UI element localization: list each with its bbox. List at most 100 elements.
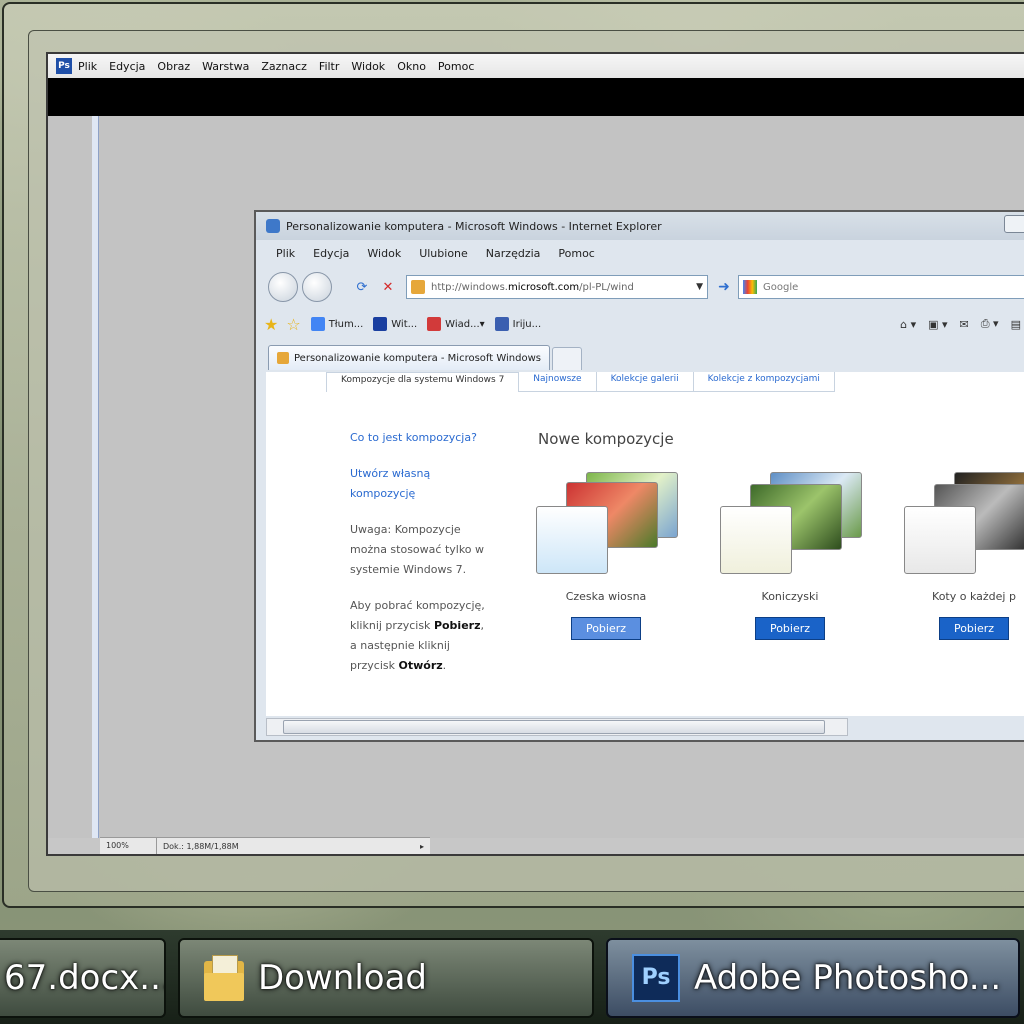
print-icon[interactable]: ⎙ ▾ [981, 317, 999, 331]
address-domain: microsoft.com [507, 281, 580, 293]
fav-label: Wiad... [445, 318, 480, 330]
taskbar-label: Adobe Photosho... [694, 958, 1002, 998]
add-favorite-icon[interactable]: ☆ [286, 315, 300, 334]
link-what-is-theme[interactable]: Co to jest kompozycja? [350, 428, 490, 448]
tab-label: Personalizowanie komputera - Microsoft W… [294, 352, 541, 364]
fav-label: Wit... [391, 318, 418, 330]
minimize-button[interactable] [1004, 215, 1024, 233]
taskbar: 67.docx... Download Ps Adobe Photosho... [0, 930, 1024, 1024]
subtab-newest[interactable]: Najnowsze [519, 372, 597, 392]
menu-view[interactable]: Widok [351, 60, 385, 73]
ie-menu-tools[interactable]: Narzędzia [486, 247, 541, 260]
theme-thumbnail-stack[interactable] [700, 472, 880, 582]
search-box[interactable]: Google [738, 275, 1024, 299]
favorites-bar: ★ ☆ Tłum... Wit... Wiad... ▾ Iriju... ⌂ … [256, 308, 1024, 340]
subtab-win7[interactable]: Kompozycje dla systemu Windows 7 [326, 372, 520, 392]
fav-item-other[interactable]: Iriju... [494, 317, 542, 331]
tab-personalize[interactable]: Personalizowanie komputera - Microsoft W… [268, 345, 550, 370]
ie-tab-row: Personalizowanie komputera - Microsoft W… [256, 342, 1024, 370]
news-icon [427, 317, 442, 331]
fav-item-news[interactable]: Wiad... ▾ [427, 317, 485, 331]
fav-label: Iriju... [512, 318, 542, 330]
doc-icon [494, 317, 509, 331]
menu-filter[interactable]: Filtr [319, 60, 339, 73]
address-bar[interactable]: http://windows. microsoft.com/pl-PL/wind … [406, 275, 708, 299]
doc-size: Dok.: 1,88M/1,88M [163, 841, 239, 851]
theme-thumbnail-stack[interactable] [884, 472, 1024, 582]
ie-menu-help[interactable]: Pomoc [558, 247, 594, 260]
photoshop-icon: Ps [632, 954, 680, 1002]
command-bar: ⌂ ▾ ▣ ▾ ✉ ⎙ ▾ ▤ ▾ [900, 317, 1024, 331]
address-dropdown-icon[interactable]: ▼ [696, 282, 703, 292]
photoshop-app-icon[interactable]: Ps [56, 58, 72, 74]
theme-card-2: Koniczyski Pobierz [700, 472, 880, 640]
fav-label: Tłum... [328, 318, 364, 330]
translate-icon [310, 317, 325, 331]
theme-name: Koniczyski [761, 590, 819, 603]
fav-item-wiki[interactable]: Wit... [373, 317, 417, 331]
page-subtabs: Kompozycje dla systemu Windows 7 Najnows… [326, 372, 1024, 392]
address-suffix: /pl-PL/wind [579, 281, 634, 293]
ie-navigation-bar: ⟳ ✕ http://windows. microsoft.com/pl-PL/w… [256, 270, 1024, 304]
back-button[interactable] [268, 272, 298, 302]
folder-icon [204, 955, 244, 1001]
ie-menu-view[interactable]: Widok [367, 247, 401, 260]
theme-name: Koty o każdej p [932, 590, 1016, 603]
subtab-collections[interactable]: Kolekcje z kompozycjami [693, 372, 835, 392]
ie-menu-favorites[interactable]: Ulubione [419, 247, 468, 260]
download-button[interactable]: Pobierz [938, 617, 1010, 640]
theme-card-1: Czeska wiosna Pobierz [516, 472, 696, 640]
feeds-icon[interactable]: ▣ ▾ [928, 318, 947, 331]
vertical-ruler [92, 116, 99, 838]
taskbar-label: 67.docx... [4, 958, 166, 998]
howto-text: Aby pobrać kompozycję, kliknij przycisk … [350, 599, 485, 672]
ie-title: Personalizowanie komputera - Microsoft W… [286, 219, 662, 233]
favorites-star-icon[interactable]: ★ [264, 315, 278, 334]
theme-name: Czeska wiosna [565, 590, 647, 603]
page-sidebar: Co to jest kompozycja? Utwórz własną kom… [350, 428, 490, 692]
taskbar-item-docx[interactable]: 67.docx... [0, 938, 166, 1018]
menu-edit[interactable]: Edycja [109, 60, 145, 73]
status-arrow-icon[interactable]: ▸ [420, 842, 424, 851]
fav-item-translate[interactable]: Tłum... [310, 317, 364, 331]
ie-icon [266, 219, 280, 233]
subtab-galleries[interactable]: Kolekcje galerii [596, 372, 694, 392]
page-icon[interactable]: ▤ ▾ [1011, 318, 1024, 331]
menu-help[interactable]: Pomoc [438, 60, 474, 73]
horizontal-scrollbar[interactable] [266, 718, 848, 736]
menu-image[interactable]: Obraz [157, 60, 190, 73]
scrollbar-thumb[interactable] [283, 720, 825, 734]
menu-file[interactable]: Plik [78, 60, 97, 73]
go-arrow-icon[interactable]: ➜ [714, 276, 734, 298]
site-favicon-icon [411, 280, 425, 294]
address-prefix: http://windows. [431, 281, 508, 293]
menu-select[interactable]: Zaznacz [261, 60, 307, 73]
link-create-theme[interactable]: Utwórz własną kompozycję [350, 464, 490, 504]
zoom-level[interactable]: 100% [106, 838, 157, 854]
ie-page-content: Kompozycje dla systemu Windows 7 Najnows… [266, 372, 1024, 716]
wiki-icon [373, 317, 388, 331]
mail-icon[interactable]: ✉ [960, 318, 969, 331]
options-bar [48, 78, 1024, 116]
taskbar-label: Download [258, 958, 428, 998]
ie-title-bar: Personalizowanie komputera - Microsoft W… [256, 212, 1024, 240]
new-tab-button[interactable] [552, 347, 582, 370]
download-button[interactable]: Pobierz [570, 617, 642, 640]
taskbar-item-download[interactable]: Download [178, 938, 594, 1018]
taskbar-item-photoshop[interactable]: Ps Adobe Photosho... [606, 938, 1020, 1018]
theme-card-3: Koty o każdej p Pobierz [884, 472, 1024, 640]
forward-button[interactable] [302, 272, 332, 302]
ie-menu-file[interactable]: Plik [276, 247, 295, 260]
refresh-icon[interactable]: ⟳ [352, 280, 372, 295]
theme-thumbnail-stack[interactable] [516, 472, 696, 582]
ie-menubar: Plik Edycja Widok Ulubione Narzędzia Pom… [256, 242, 1024, 264]
download-button[interactable]: Pobierz [754, 617, 826, 640]
home-icon[interactable]: ⌂ ▾ [900, 318, 916, 331]
menu-layer[interactable]: Warstwa [202, 60, 249, 73]
stop-icon[interactable]: ✕ [378, 280, 398, 295]
section-title: Nowe kompozycje [538, 430, 674, 448]
ie-menu-edit[interactable]: Edycja [313, 247, 349, 260]
menu-window[interactable]: Okno [397, 60, 426, 73]
theme-note: Uwaga: Kompozycje można stosować tylko w… [350, 523, 485, 576]
ie-screenshot: Personalizowanie komputera - Microsoft W… [254, 210, 1024, 742]
